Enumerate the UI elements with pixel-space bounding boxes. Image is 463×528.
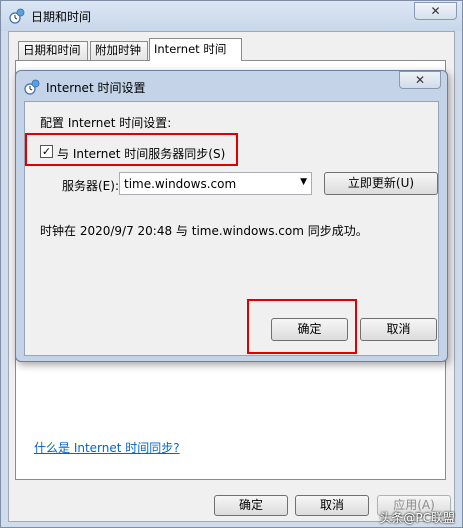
highlight-box-ok — [247, 299, 357, 354]
server-combobox[interactable]: time.windows.com ▼ — [119, 172, 312, 195]
highlight-box-sync — [25, 133, 238, 166]
sync-status-text: 时钟在 2020/9/7 20:48 与 time.windows.com 同步… — [40, 224, 368, 238]
tab-additional-clocks[interactable]: 附加时钟 — [90, 41, 148, 60]
cancel-button[interactable]: 取消 — [295, 495, 369, 516]
internet-time-help-link[interactable]: 什么是 Internet 时间同步? — [34, 439, 180, 456]
window-titlebar[interactable]: 日期和时间 ✕ — [1, 1, 462, 31]
window-title: 日期和时间 — [31, 10, 92, 24]
server-value: time.windows.com — [124, 177, 237, 191]
clock-globe-icon — [24, 79, 40, 95]
internet-time-settings-dialog: Internet 时间设置 ✕ 配置 Internet 时间设置: ✓ 与 In… — [15, 70, 448, 362]
clock-globe-icon — [9, 8, 25, 24]
update-now-button[interactable]: 立即更新(U) — [324, 172, 438, 195]
watermark: 头条@PC联盟 — [379, 511, 455, 525]
chevron-down-icon[interactable]: ▼ — [300, 177, 307, 187]
server-label: 服务器(E): — [62, 179, 119, 193]
settings-heading: 配置 Internet 时间设置: — [40, 116, 172, 130]
dialog-close-button[interactable]: ✕ — [399, 71, 441, 89]
dialog-cancel-button[interactable]: 取消 — [360, 318, 437, 341]
window-close-button[interactable]: ✕ — [414, 2, 457, 20]
ok-button[interactable]: 确定 — [214, 495, 288, 516]
tab-internet-time[interactable]: Internet 时间 — [149, 38, 242, 61]
dialog-title: Internet 时间设置 — [46, 81, 146, 95]
tab-date-time[interactable]: 日期和时间 — [18, 41, 88, 60]
